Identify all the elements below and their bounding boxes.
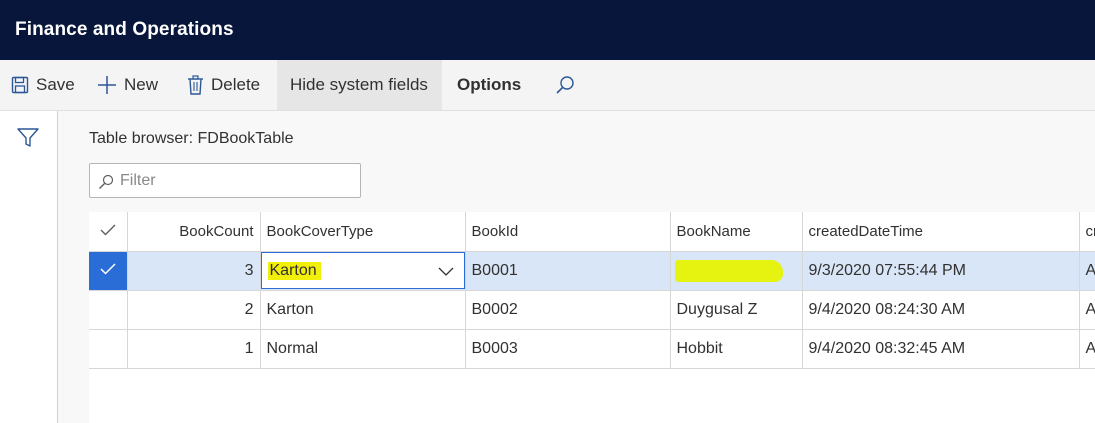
cell-createddatetime[interactable]: 9/4/2020 08:24:30 AM (802, 290, 1080, 330)
save-button[interactable]: Save (11, 60, 75, 110)
column-header-cr[interactable]: cr (1079, 212, 1095, 252)
check-icon (100, 224, 116, 236)
content-area: Table browser: FDBookTable BookCount Boo… (58, 111, 1095, 423)
save-icon (11, 76, 29, 94)
cell-bookname[interactable]: Duygusal Z (670, 290, 803, 330)
hide-system-fields-button[interactable]: Hide system fields (277, 60, 442, 110)
cell-cr[interactable]: A (1079, 251, 1095, 291)
cell-bookid[interactable]: B0003 (465, 329, 671, 369)
check-icon (100, 262, 116, 275)
cell-bookcount[interactable]: 3 (127, 251, 261, 291)
column-header-createddatetime[interactable]: createdDateTime (802, 212, 1080, 252)
cell-bookcovertype[interactable]: Karton (260, 251, 466, 291)
search-icon (555, 75, 575, 95)
row-select-checkbox[interactable] (89, 329, 128, 369)
chevron-down-icon[interactable] (438, 267, 454, 276)
options-tab[interactable]: Options (457, 60, 521, 110)
cell-bookcovertype[interactable]: Karton (260, 290, 466, 330)
filter-field[interactable] (89, 163, 361, 198)
column-header-bookid[interactable]: BookId (465, 212, 671, 252)
action-pane: Save New Delete Hide system fields Optio… (0, 60, 1095, 111)
row-select-checkbox[interactable] (89, 251, 128, 291)
search-icon (99, 174, 114, 189)
trash-icon (187, 75, 204, 95)
cell-createddatetime[interactable]: 9/3/2020 07:55:44 PM (802, 251, 1080, 291)
cell-cr[interactable]: A (1079, 329, 1095, 369)
cell-bookid[interactable]: B0001 (465, 251, 671, 291)
cell-bookcovertype[interactable]: Normal (260, 329, 466, 369)
cell-bookcount[interactable]: 1 (127, 329, 261, 369)
column-header-bookcount[interactable]: BookCount (127, 212, 261, 252)
table-row[interactable]: 2 Karton B0002 Duygusal Z 9/4/2020 08:24… (89, 290, 1095, 330)
column-header-bookname[interactable]: BookName (670, 212, 803, 252)
bookcovertype-value: Karton (267, 261, 321, 280)
redacted-mark (674, 259, 783, 282)
bookcovertype-dropdown[interactable]: Karton (260, 252, 464, 289)
cell-bookid[interactable]: B0002 (465, 290, 671, 330)
search-button[interactable] (555, 60, 575, 110)
cell-createddatetime[interactable]: 9/4/2020 08:32:45 AM (802, 329, 1080, 369)
save-label: Save (36, 75, 75, 94)
table-row[interactable]: 1 Normal B0003 Hobbit 9/4/2020 08:32:45 … (89, 329, 1095, 369)
select-all-checkbox[interactable] (89, 212, 128, 252)
delete-button[interactable]: Delete (187, 60, 260, 110)
plus-icon (97, 75, 117, 95)
filter-pane (0, 111, 58, 423)
row-select-checkbox[interactable] (89, 290, 128, 330)
app-title: Finance and Operations (15, 19, 234, 40)
delete-label: Delete (211, 75, 261, 94)
cell-bookcount[interactable]: 2 (127, 290, 261, 330)
options-label: Options (457, 75, 522, 94)
cell-bookname[interactable]: Hobbit (670, 329, 803, 369)
new-label: New (124, 75, 159, 94)
hide-system-fields-label: Hide system fields (290, 75, 428, 94)
filter-input[interactable] (120, 170, 350, 192)
column-header-bookcovertype[interactable]: BookCoverType (260, 212, 466, 252)
table-header-row: BookCount BookCoverType BookId BookName … (89, 212, 1095, 252)
new-button[interactable]: New (97, 60, 158, 110)
filter-icon[interactable] (17, 128, 39, 153)
cell-bookname[interactable] (670, 251, 803, 291)
table-row[interactable]: 3 Karton B0001 9/3/2020 07:55:44 PM A (89, 251, 1095, 291)
page-title: Table browser: FDBookTable (89, 130, 294, 147)
app-header: Finance and Operations (0, 0, 1095, 60)
data-grid: BookCount BookCoverType BookId BookName … (89, 212, 1095, 423)
cell-cr[interactable]: A (1079, 290, 1095, 330)
